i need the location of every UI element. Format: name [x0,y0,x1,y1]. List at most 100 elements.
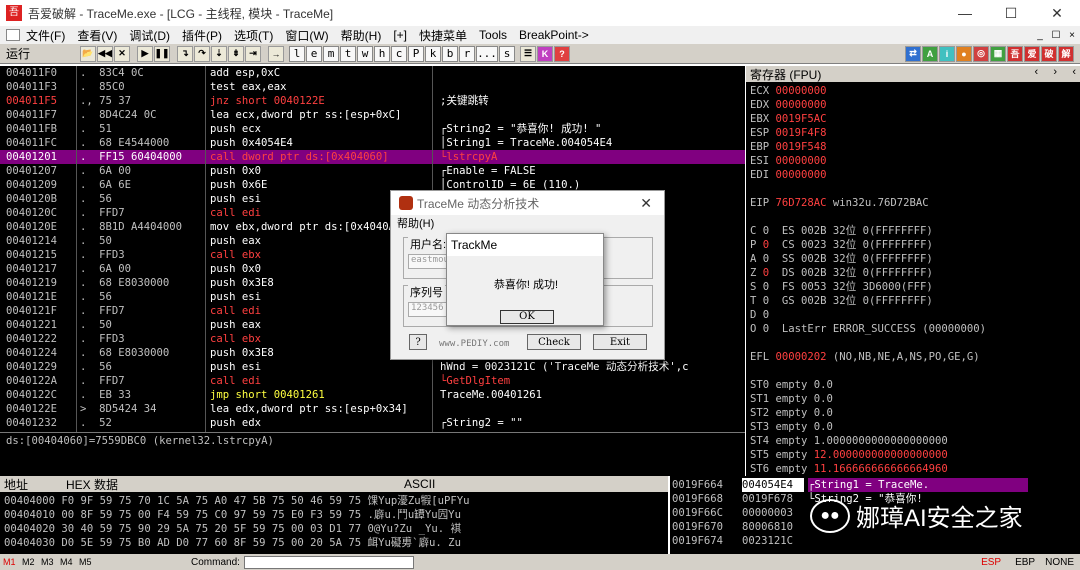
maximize-button[interactable]: ☐ [988,0,1034,26]
menu-help[interactable]: 帮助(H) [335,27,388,44]
dialog-menu-help[interactable]: 帮助(H) [391,215,664,233]
mode-m5[interactable]: M5 [79,557,95,567]
disasm-row[interactable]: 004011F0 . 83C4 0C add esp,0xC [0,66,745,80]
help-icon[interactable]: ? [554,45,570,62]
help-button[interactable]: ? [409,334,427,350]
plugin-e-icon[interactable]: ▦ [990,45,1006,62]
dialog-close-icon[interactable]: ✕ [640,195,652,212]
mode-m4[interactable]: M4 [60,557,76,567]
source-button[interactable]: s [499,45,515,62]
stack-row[interactable]: 0019F664 004054E4 ┌String1 = TraceMe. [670,478,1080,492]
register-line[interactable]: ST5 empty 12.000000000000000000 [750,448,948,462]
pause-icon[interactable]: ❚❚ [154,45,170,62]
cpu-button[interactable]: c [391,45,407,62]
menu-debug[interactable]: 调试(D) [123,27,176,44]
register-line[interactable]: ESI 00000000 [750,154,827,168]
disasm-row[interactable]: 0040122E > 8D5424 34 lea edx,dword ptr ss:… [0,402,745,416]
dump-row[interactable]: 00404000 F0 9F 59 75 70 1C 5A 75 A0 47 5… [4,494,469,508]
step-over-icon[interactable]: ↷ [194,45,210,62]
execute-till-return-icon[interactable]: ⇥ [245,45,261,62]
breakpoints-button[interactable]: b [442,45,458,62]
disasm-row[interactable]: 00401201 . FF15 60404000 call dword ptr ds… [0,150,745,164]
register-line[interactable]: Z 0 DS 002B 32位 0(FFFFFFFF) [750,266,933,280]
menu-tools[interactable]: Tools [473,28,513,42]
mdi-close-button[interactable]: × [1064,26,1080,44]
menu-file[interactable]: 文件(F) [20,27,71,44]
register-line[interactable]: D 0 [750,308,769,322]
disasm-row[interactable]: 004011F5 ., 75 37 jnz short 0040122E ;关键跳转 [0,94,745,108]
mdi-minimize-button[interactable]: _ [1032,26,1048,44]
register-line[interactable]: ST0 empty 0.0 [750,378,833,392]
run-icon[interactable]: ▶ [137,45,153,62]
plugin-a-icon[interactable]: A [922,45,938,62]
dump-col-address[interactable]: 地址 [0,476,62,493]
register-line[interactable]: ST2 empty 0.0 [750,406,833,420]
modules-button[interactable]: e [306,45,322,62]
register-line[interactable]: O 0 LastErr ERROR_SUCCESS (00000000) [750,322,986,336]
menu-window[interactable]: 窗口(W) [279,27,334,44]
register-line[interactable]: ESP 0019F4F8 [750,126,827,140]
menu-plugins[interactable]: 插件(P) [176,27,228,44]
mode-m3[interactable]: M3 [41,557,57,567]
memory-button[interactable]: m [323,45,339,62]
dump-col-ascii[interactable]: ASCII [400,477,435,491]
register-line[interactable]: EDX 00000000 [750,98,827,112]
threads-button[interactable]: t [340,45,356,62]
windows-button[interactable]: w [357,45,373,62]
disasm-row[interactable]: 00401229 . 56 push esi hWnd = 0023121C ('Tr… [0,360,745,374]
handles-button[interactable]: h [374,45,390,62]
disasm-row[interactable]: 004011FB . 51 push ecx ┌String2 = "恭喜你! 成功!… [0,122,745,136]
dump-col-hex[interactable]: HEX 数据 [62,476,400,493]
plugin-g-icon[interactable]: 爱 [1024,45,1040,62]
disasm-row[interactable]: 004011F7 . 8D4C24 0C lea ecx,dword ptr ss:… [0,108,745,122]
register-line[interactable]: ST4 empty 1.0000000000000000000 [750,434,948,448]
swap-icon[interactable]: ⇄ [905,45,921,62]
list-icon[interactable]: ☰ [520,45,536,62]
register-line[interactable]: T 0 GS 002B 32位 0(FFFFFFFF) [750,294,933,308]
mode-m2[interactable]: M2 [22,557,38,567]
registers-pane[interactable]: 寄存器 (FPU) ‹ › ‹ ECX 00000000 EDX 00000000… [746,66,1080,476]
dump-row[interactable]: 00404010 00 8F 59 75 00 F4 59 75 C0 97 5… [4,508,461,522]
register-line[interactable]: EFL 00000202 (NO,NB,NE,A,NS,PO,GE,G) [750,350,980,364]
mode-m1[interactable]: M1 [3,557,19,567]
register-line[interactable]: C 0 ES 002B 32位 0(FFFFFFFF) [750,224,933,238]
register-line[interactable]: ST3 empty 0.0 [750,420,833,434]
none-button[interactable]: NONE [1045,557,1074,568]
plugin-h-icon[interactable]: 破 [1041,45,1057,62]
plugin-d-icon[interactable]: ◎ [973,45,989,62]
exit-button[interactable]: Exit [593,334,647,350]
disasm-row[interactable]: 004011F3 . 85C0 test eax,eax [0,80,745,94]
trace-over-icon[interactable]: ⇟ [228,45,244,62]
run-trace-button[interactable]: ... [476,45,498,62]
open-icon[interactable]: 📂 [80,45,96,62]
goto-icon[interactable]: → [268,45,284,62]
register-line[interactable]: A 0 SS 002B 32位 0(FFFFFFFF) [750,252,933,266]
disasm-row[interactable]: 0040122C . EB 33 jmp short 00401261 TraceMe… [0,388,745,402]
menu-options[interactable]: 选项(T) [228,27,279,44]
plugin-b-icon[interactable]: i [939,45,955,62]
disasm-row[interactable]: 004011FC . 68 E4544000 push 0x4054E4 │Strin… [0,136,745,150]
disasm-row[interactable]: 00401232 . 52 push edx ┌String2 = "" [0,416,745,430]
stack-row[interactable]: 0019F674 0023121C [670,534,1080,548]
register-line[interactable]: EBX 0019F5AC [750,112,827,126]
menu-view[interactable]: 查看(V) [71,27,123,44]
register-line[interactable]: EIP 76D728AC win32u.76D72BAC [750,196,929,210]
plugin-c-icon[interactable]: ● [956,45,972,62]
trace-into-icon[interactable]: ⇣ [211,45,227,62]
references-button[interactable]: r [459,45,475,62]
callstack-button[interactable]: k [425,45,441,62]
disasm-row[interactable]: 0040122A . FFD7 call edi └GetDlgItem [0,374,745,388]
ok-button[interactable]: OK [500,310,554,324]
step-into-icon[interactable]: ↴ [177,45,193,62]
patches-button[interactable]: P [408,45,424,62]
registers-nav[interactable]: ‹ › ‹ [1034,66,1076,78]
dump-pane[interactable]: 地址 HEX 数据 ASCII 00404000 F0 9F 59 75 70 … [0,476,668,554]
mdi-restore-button[interactable]: ☐ [1048,26,1064,44]
command-input[interactable] [243,555,414,569]
register-line[interactable]: ST6 empty 11.166666666666664960 [750,462,948,476]
register-line[interactable]: EDI 00000000 [750,168,827,182]
register-line[interactable]: S 0 FS 0053 32位 3D6000(FFF) [750,280,933,294]
close-button[interactable]: ✕ [1034,0,1080,26]
plugin-icon[interactable]: K [537,45,553,62]
register-line[interactable]: ST1 empty 0.0 [750,392,833,406]
